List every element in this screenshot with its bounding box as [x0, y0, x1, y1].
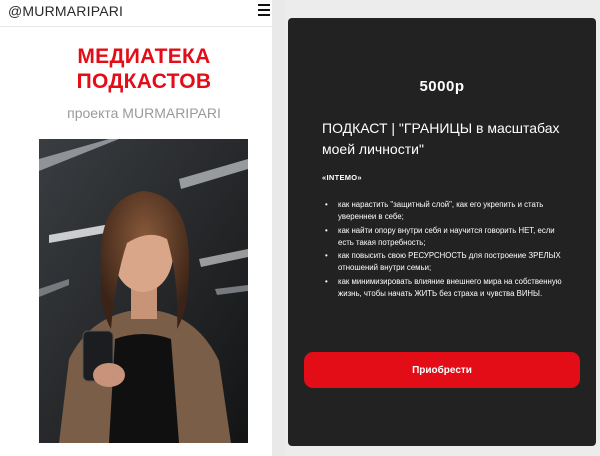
left-column: @MURMARIPARI МЕДИАТЕКА ПОДКАСТОВ проекта…	[0, 0, 272, 456]
brand-logo[interactable]: @MURMARIPARI	[8, 3, 123, 19]
product-benefits-list: как нарастить "защитный слой", как его у…	[322, 199, 572, 301]
product-card: 5000р ПОДКАСТ | "ГРАНИЦЫ в масштабах мое…	[288, 18, 596, 446]
benefit-item: как повысить свою РЕСУРСНОСТЬ для постро…	[322, 250, 572, 274]
benefit-item: как нарастить "защитный слой", как его у…	[322, 199, 572, 223]
title-line-1: МЕДИАТЕКА	[77, 45, 211, 68]
benefit-item: как минимизировать влияние внешнего мира…	[322, 276, 572, 300]
product-title: ПОДКАСТ | "ГРАНИЦЫ в масштабах моей личн…	[322, 120, 560, 157]
hamburger-menu-icon[interactable]	[258, 4, 270, 18]
benefit-item: как найти опору внутри себя и научится г…	[322, 225, 572, 249]
podcast-cover-photo	[39, 139, 248, 443]
product-price: 5000р	[419, 78, 465, 95]
buy-button[interactable]: Приобрести	[304, 352, 580, 388]
title-line-2: ПОДКАСТОВ	[76, 70, 212, 93]
product-tag: «INTEMO»	[322, 173, 362, 182]
column-divider	[272, 0, 286, 456]
header-divider	[0, 26, 272, 27]
page-title: МЕДИАТЕКА ПОДКАСТОВ	[0, 44, 288, 94]
page-subtitle: проекта MURMARIPARI	[67, 105, 221, 121]
photo-illustration	[39, 139, 248, 443]
